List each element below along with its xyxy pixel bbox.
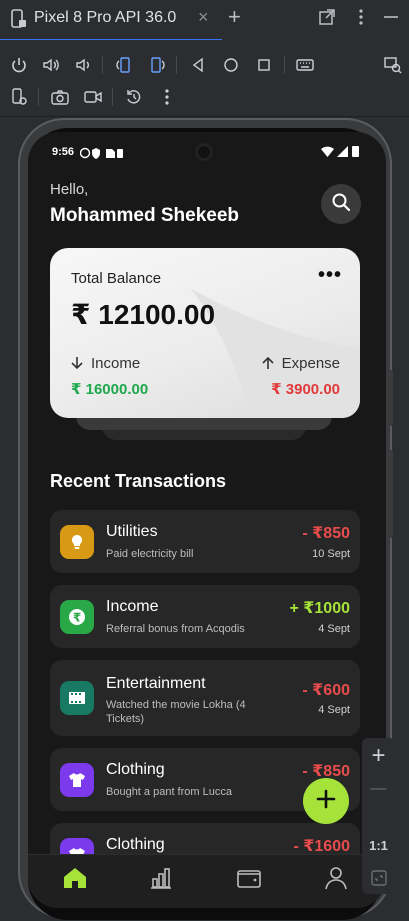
zoom-controls: + — 1:1 bbox=[362, 738, 395, 894]
status-notification-icons bbox=[79, 146, 124, 164]
rupee-icon: ₹ bbox=[60, 600, 94, 634]
toolbar-divider bbox=[112, 88, 113, 106]
transaction-date: 4 Sept bbox=[318, 704, 350, 716]
wallet-icon bbox=[236, 866, 262, 895]
transaction-desc: Watched the movie Lokha (4 Tickets) bbox=[106, 699, 246, 725]
more-vert-icon[interactable] bbox=[352, 8, 370, 31]
transaction-name: Entertainment bbox=[106, 675, 206, 692]
device-icon bbox=[9, 9, 27, 29]
recent-transactions-title: Recent Transactions bbox=[50, 471, 227, 491]
search-icon bbox=[331, 192, 351, 217]
device-settings-icon[interactable] bbox=[8, 86, 30, 108]
status-time: 9:56 bbox=[52, 146, 75, 158]
nav-profile[interactable] bbox=[323, 865, 349, 896]
transaction-item[interactable]: Entertainment Watched the movie Lokha (4… bbox=[50, 660, 360, 736]
income-label: Income bbox=[71, 355, 140, 374]
transaction-date: 10 Sept bbox=[312, 548, 350, 560]
zoom-out-button[interactable]: — bbox=[362, 780, 395, 798]
transaction-amount: - ₹1600 bbox=[293, 838, 351, 855]
transaction-item[interactable]: Utilities Paid electricity bill - ₹850 1… bbox=[50, 510, 360, 573]
expense-label: Expense bbox=[262, 355, 340, 374]
plus-icon bbox=[315, 788, 337, 815]
zoom-ratio-button[interactable]: 1:1 bbox=[362, 838, 395, 853]
tab-emulator[interactable]: Pixel 8 Pro API 36.0 × bbox=[0, 0, 222, 41]
front-camera bbox=[195, 143, 213, 161]
volume-down-icon[interactable] bbox=[72, 54, 94, 76]
rotate-right-icon[interactable] bbox=[146, 54, 168, 76]
zoom-in-button[interactable]: + bbox=[362, 742, 395, 770]
tab-title: Pixel 8 Pro API 36.0 bbox=[34, 9, 177, 26]
more-horiz-icon[interactable]: ••• bbox=[318, 264, 342, 287]
balance-card[interactable]: Total Balance ••• ₹ 12100.00 Income Expe… bbox=[50, 248, 360, 418]
minimize-icon[interactable] bbox=[382, 8, 400, 31]
toolbar-divider bbox=[284, 56, 285, 74]
profile-icon bbox=[323, 865, 349, 896]
toolbar-divider bbox=[102, 56, 103, 74]
home-icon bbox=[62, 866, 88, 895]
volume-key[interactable] bbox=[389, 450, 393, 538]
back-icon[interactable] bbox=[187, 54, 209, 76]
power-icon[interactable] bbox=[8, 54, 30, 76]
nav-home[interactable] bbox=[62, 867, 88, 893]
income-label-text: Income bbox=[91, 355, 141, 372]
overview-icon[interactable] bbox=[253, 54, 275, 76]
rotate-left-icon[interactable] bbox=[113, 54, 135, 76]
transaction-amount: - ₹600 bbox=[302, 682, 350, 699]
nav-wallet[interactable] bbox=[236, 867, 262, 893]
film-icon bbox=[60, 681, 94, 715]
status-system-icons bbox=[320, 145, 362, 163]
expense-label-text: Expense bbox=[281, 355, 340, 372]
balance-title: Total Balance bbox=[71, 270, 162, 287]
more-vert-icon[interactable] bbox=[156, 86, 178, 108]
transaction-desc: Bought a pant from Lucca bbox=[106, 786, 232, 798]
add-transaction-button[interactable] bbox=[303, 778, 349, 824]
transaction-name: Income bbox=[106, 598, 159, 615]
transaction-amount: + ₹1000 bbox=[289, 600, 350, 617]
close-icon[interactable]: × bbox=[198, 7, 209, 28]
expense-value: ₹ 3900.00 bbox=[271, 381, 340, 398]
transaction-desc: Paid electricity bill bbox=[106, 548, 194, 560]
user-name: Mohammed Shekeeb bbox=[50, 205, 239, 226]
fit-screen-icon[interactable] bbox=[362, 870, 395, 891]
transaction-desc: Referral bonus from Acqodis bbox=[106, 623, 245, 635]
add-tab-icon[interactable]: + bbox=[228, 4, 241, 30]
balance-amount: ₹ 12100.00 bbox=[71, 299, 216, 330]
toolbar-divider bbox=[176, 56, 177, 74]
toolbar-divider bbox=[38, 88, 39, 106]
transaction-name: Clothing bbox=[106, 836, 165, 853]
transaction-name: Utilities bbox=[106, 523, 158, 540]
power-key[interactable] bbox=[389, 370, 393, 426]
snapshot-icon[interactable] bbox=[123, 86, 145, 108]
camera-icon[interactable] bbox=[49, 86, 71, 108]
svg-text:₹: ₹ bbox=[73, 611, 81, 625]
emulator-toolbar bbox=[0, 40, 409, 117]
search-button[interactable] bbox=[321, 184, 361, 224]
arrow-down-icon bbox=[71, 356, 83, 374]
display-mode-icon[interactable] bbox=[382, 54, 404, 76]
bottom-navigation bbox=[28, 854, 386, 908]
screen-record-icon[interactable] bbox=[82, 86, 104, 108]
open-external-icon[interactable] bbox=[318, 8, 336, 31]
shirt-icon bbox=[60, 763, 94, 797]
volume-up-icon[interactable] bbox=[40, 54, 62, 76]
lightbulb-icon bbox=[60, 525, 94, 559]
transaction-amount: - ₹850 bbox=[302, 525, 350, 542]
ide-tab-bar: Pixel 8 Pro API 36.0 × + bbox=[0, 0, 409, 41]
income-value: ₹ 16000.00 bbox=[71, 381, 149, 398]
bar-chart-icon bbox=[149, 866, 173, 895]
arrow-up-icon bbox=[262, 356, 274, 374]
greeting-text: Hello, bbox=[50, 181, 89, 198]
home-icon[interactable] bbox=[220, 54, 242, 76]
nav-stats[interactable] bbox=[148, 867, 174, 893]
app-screen: 9:56 Hello, Mohammed Shekeeb Total Balan… bbox=[28, 132, 386, 908]
transaction-name: Clothing bbox=[106, 761, 165, 778]
transaction-item[interactable]: ₹ Income Referral bonus from Acqodis + ₹… bbox=[50, 585, 360, 648]
status-bar: 9:56 bbox=[28, 132, 386, 172]
keyboard-icon[interactable] bbox=[294, 54, 316, 76]
transaction-date: 4 Sept bbox=[318, 623, 350, 635]
